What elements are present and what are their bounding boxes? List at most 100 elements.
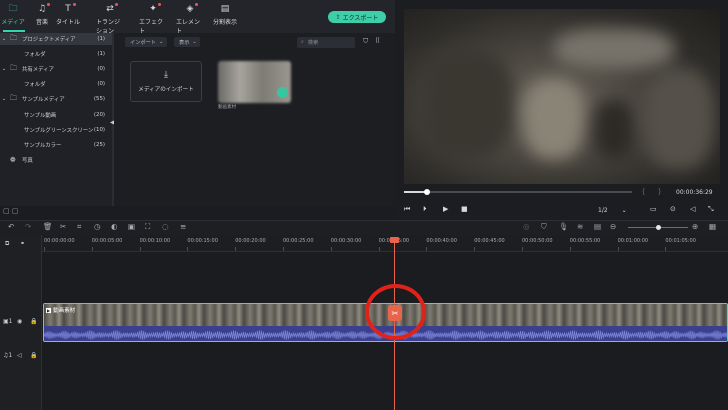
- sidebar-item[interactable]: フォルダ (1): [0, 48, 112, 60]
- ruler-time-label: 00:00:10:00: [139, 238, 171, 244]
- subtitle-icon[interactable]: ▤: [594, 222, 601, 231]
- tab-folder[interactable]: 🗀 メディア: [0, 4, 27, 26]
- speed-icon[interactable]: ◷: [94, 222, 101, 231]
- ruler-tick: [426, 247, 428, 251]
- fullscreen-icon[interactable]: ⤡: [708, 205, 714, 214]
- ruler-tick: [330, 247, 332, 251]
- folder-icon: 🗀: [10, 93, 17, 102]
- ruler-time-label: 00:01:00:00: [617, 238, 649, 244]
- ruler-time-label: 00:00:30:00: [330, 238, 362, 244]
- step-back-icon[interactable]: ⏮: [404, 205, 410, 214]
- tab-text[interactable]: T タイトル: [54, 3, 82, 26]
- audio-adjust-icon[interactable]: ≡: [180, 222, 186, 231]
- import-dropdown[interactable]: インポート ⌄: [125, 37, 167, 47]
- search-icon: ⌕: [301, 39, 304, 45]
- sidebar-item[interactable]: サンプル動画 (20): [0, 109, 112, 121]
- sidebar-item[interactable]: ⌄ 🗀 共有メディア (0): [0, 63, 112, 75]
- folder-icon: 🗀: [10, 33, 17, 42]
- tab-element[interactable]: ◈ エレメント: [176, 3, 204, 35]
- transition-icon: ⇄: [105, 3, 118, 15]
- fit-icon[interactable]: ⛶: [145, 222, 150, 232]
- ruler-time-label: 00:00:50:00: [522, 238, 553, 244]
- view-dropdown[interactable]: 表示 ⌄: [174, 37, 200, 47]
- snapshot-icon[interactable]: ⊙: [670, 205, 676, 213]
- color-icon[interactable]: ◐: [111, 222, 118, 231]
- chevron-down-icon: ⌄: [621, 206, 627, 214]
- ruler-time-label: 00:00:55:00: [569, 238, 601, 244]
- playback-progress-handle[interactable]: [423, 189, 430, 195]
- video-track-label: ▣1: [3, 318, 13, 325]
- lock-icon[interactable]: 🔒: [30, 318, 37, 325]
- add-track-icon[interactable]: ⧉: [5, 240, 9, 248]
- sidebar-item[interactable]: ❁ 写真: [0, 154, 112, 166]
- sidebar-item[interactable]: サンプルグリーンスクリーン (10): [0, 124, 112, 136]
- chevron-down-icon: ⌄: [2, 66, 7, 72]
- play-icon[interactable]: ▶: [443, 205, 448, 213]
- render-icon[interactable]: ◎: [523, 222, 530, 231]
- ruler-tick: [187, 247, 189, 251]
- active-tab-underline: [3, 30, 25, 32]
- chevron-down-icon: ⌄: [2, 36, 7, 42]
- settings-grid-icon[interactable]: ▦: [709, 222, 716, 231]
- import-icon: ⤓: [164, 70, 168, 80]
- play-frame-icon[interactable]: ⏵: [423, 205, 427, 214]
- redo-icon[interactable]: ↷: [25, 222, 31, 231]
- grid-view-icon[interactable]: ⠿: [375, 37, 380, 45]
- zoom-slider-handle[interactable]: [656, 225, 661, 230]
- ruler-time-label: 00:00:45:00: [474, 238, 505, 244]
- export-button[interactable]: ⇪ エクスポート: [328, 11, 386, 23]
- search-input[interactable]: ⌕ 検索: [297, 37, 355, 48]
- speaker-icon[interactable]: ◁: [17, 352, 22, 359]
- split-icon[interactable]: ✂: [60, 222, 66, 231]
- eye-icon[interactable]: ◉: [17, 318, 22, 325]
- timecode-display: 00:00:36:29: [676, 189, 713, 196]
- lock-icon[interactable]: 🔒: [30, 352, 37, 359]
- audio-mix-icon[interactable]: ≋: [577, 222, 583, 231]
- mic-icon[interactable]: 🎙: [559, 222, 569, 231]
- tab-split-screen[interactable]: ▤ 分割表示: [211, 4, 239, 26]
- clip-type-icon: ▶: [46, 307, 52, 313]
- sidebar-item[interactable]: サンプルカラー (25): [0, 139, 112, 151]
- import-media-box[interactable]: ⤓ メディアのインポート: [130, 61, 202, 102]
- zoom-in-icon[interactable]: ⊕: [692, 222, 698, 231]
- split-screen-icon: ▤: [220, 4, 230, 14]
- sidebar-item[interactable]: ⌄ 🗀 サンプルメディア (55): [0, 93, 112, 105]
- playhead-handle[interactable]: [390, 237, 399, 243]
- zoom-out-icon[interactable]: ⊖: [610, 222, 616, 231]
- ruler-time-label: 00:00:00:00: [44, 238, 75, 244]
- ruler-tick: [569, 247, 571, 251]
- stop-icon[interactable]: ■: [461, 205, 468, 213]
- audio-track-label: ♫1: [3, 352, 13, 359]
- chevron-down-icon: ⌄: [158, 39, 164, 45]
- filter-icon[interactable]: ⛉: [363, 37, 368, 46]
- media-library: [114, 33, 395, 206]
- playback-progress-track[interactable]: [404, 191, 632, 193]
- ruler-tick: [44, 247, 45, 251]
- photo-icon: ❁: [10, 156, 16, 164]
- undo-icon[interactable]: ↶: [8, 222, 14, 231]
- sidebar-item[interactable]: フォルダ (0): [0, 78, 112, 90]
- monitor-icon[interactable]: ▭: [650, 205, 657, 213]
- sidebar-item[interactable]: ⌄ 🗀 プロジェクトメディア (1): [0, 33, 112, 45]
- new-folder-icon[interactable]: ▢ ▢: [3, 207, 18, 215]
- preview-quality-dropdown[interactable]: 1/2 ⌄: [598, 205, 638, 215]
- link-icon[interactable]: ⚭: [20, 240, 25, 247]
- crop-icon[interactable]: ⌗: [77, 222, 81, 232]
- mark-out-icon[interactable]: ⟩: [658, 187, 661, 196]
- tab-music-note[interactable]: ♫ 音楽: [28, 3, 56, 26]
- delete-icon[interactable]: 🗑: [43, 222, 53, 231]
- tab-transition[interactable]: ⇄ トランジション: [96, 3, 124, 35]
- marker-icon[interactable]: ⛉: [541, 222, 547, 232]
- mark-in-icon[interactable]: ⟨: [642, 187, 645, 196]
- ruler-time-label: 00:00:05:00: [91, 238, 123, 244]
- green-screen-icon[interactable]: ▣: [128, 222, 135, 231]
- ruler-tick: [139, 247, 141, 251]
- sparkle-icon: ✦: [148, 3, 161, 15]
- tab-sparkle[interactable]: ✦ エフェクト: [139, 3, 167, 35]
- stabilize-icon[interactable]: ◌: [162, 222, 169, 231]
- volume-icon[interactable]: ◁: [690, 205, 695, 213]
- added-check-icon: [277, 87, 288, 98]
- ruler-time-label: 00:00:15:00: [187, 238, 218, 244]
- preview-video[interactable]: [404, 9, 720, 184]
- ruler-tick: [235, 247, 237, 251]
